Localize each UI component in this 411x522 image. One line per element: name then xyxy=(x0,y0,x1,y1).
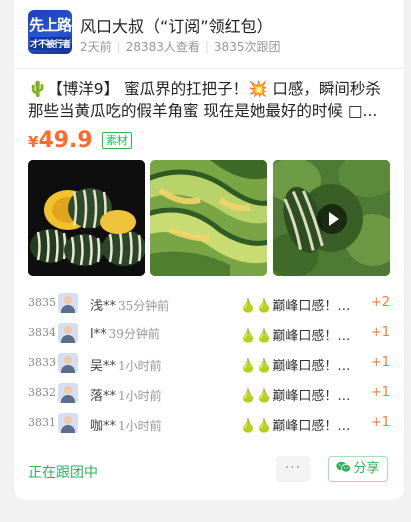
order-row[interactable]: 3835 浅**35分钟前 🍐🍐巅峰口感！博洋9... +2 xyxy=(28,290,390,320)
play-icon[interactable] xyxy=(317,204,347,234)
order-quantity: +1 xyxy=(370,355,390,370)
order-row[interactable]: 3831 咖**1小时前 🍐🍐巅峰口感！博洋9... +1 xyxy=(28,410,390,440)
buyer-name: 咖** xyxy=(90,419,117,434)
meta-divider: | xyxy=(204,40,209,54)
price: ¥49.9 xyxy=(28,128,93,153)
more-button[interactable]: ··· xyxy=(276,456,310,482)
post-meta: 2天前 | 28383人查看 | 3835次跟团 xyxy=(80,38,280,55)
order-time: 35分钟前 xyxy=(118,299,170,313)
melon-field-video[interactable] xyxy=(273,160,390,276)
header-divider xyxy=(14,68,404,69)
user-avatar xyxy=(58,293,78,313)
avatar-text-bottom: 才不被行者 xyxy=(30,37,71,50)
buyer-name: 落** xyxy=(90,389,117,404)
join-count: 3835次跟团 xyxy=(213,40,281,54)
price-row: ¥49.9 素材 xyxy=(28,128,132,158)
material-tag[interactable]: 素材 xyxy=(101,132,132,149)
order-number: 3831 xyxy=(28,416,56,429)
melon-photo[interactable] xyxy=(28,160,145,276)
share-label: 分享 xyxy=(353,461,380,476)
order-quantity: +1 xyxy=(370,415,390,430)
user-avatar xyxy=(58,383,78,403)
share-button[interactable]: 分享 xyxy=(328,456,388,482)
order-number: 3834 xyxy=(28,326,56,339)
order-row[interactable]: 3834 l**39分钟前 🍐🍐巅峰口感！博洋9... +1 xyxy=(28,320,390,350)
image-gallery xyxy=(28,160,390,276)
order-quantity: +1 xyxy=(370,325,390,340)
order-quantity: +2 xyxy=(370,295,390,310)
order-time: 39分钟前 xyxy=(108,327,160,341)
user-avatar xyxy=(58,323,78,343)
order-time: 1小时前 xyxy=(118,359,162,373)
avatar-text-top: 先上路 xyxy=(28,16,72,34)
view-count: 28383人查看 xyxy=(125,40,200,54)
meta-divider: | xyxy=(116,40,121,54)
page-background xyxy=(0,0,14,522)
group-buy-card[interactable]: 先上路 才不被行者 风口大叔（“订阅”领红包） 2天前 | 28383人查看 | 383… xyxy=(14,0,404,500)
posted-time: 2天前 xyxy=(80,40,112,54)
post-title[interactable]: 🌵【博洋9】 蜜瓜界的扛把子！💥 口感，瞬间秒杀那些当黄瓜吃的假羊角蜜 现在是她… xyxy=(28,78,390,122)
order-list: 3835 浅**35分钟前 🍐🍐巅峰口感！博洋9... +2 3834 l**3… xyxy=(28,290,390,440)
price-value: 49.9 xyxy=(38,128,93,153)
order-number: 3835 xyxy=(28,296,56,309)
user-avatar xyxy=(58,353,78,373)
buyer-name: 吴** xyxy=(90,359,117,374)
author-avatar[interactable]: 先上路 才不被行者 xyxy=(28,10,72,54)
order-number: 3833 xyxy=(28,356,56,369)
user-name: 吴** 1小时前 xyxy=(90,355,162,374)
buyer-name: l** xyxy=(90,327,107,342)
product-name: 🍐🍐巅峰口感！博洋9... xyxy=(240,299,362,314)
order-time: 1小时前 xyxy=(118,419,162,433)
product-name: 🍐🍐巅峰口感！博洋9... xyxy=(240,329,362,344)
user-avatar xyxy=(58,413,78,433)
order-quantity: +1 xyxy=(370,385,390,400)
order-number: 3832 xyxy=(28,386,56,399)
order-row[interactable]: 3832 落**1小时前 🍐🍐巅峰口感！博洋9... +1 xyxy=(28,380,390,410)
product-name: 🍐🍐巅峰口感！博洋9... xyxy=(240,359,362,374)
user-name: 咖** 1小时前 xyxy=(90,415,162,434)
wechat-icon xyxy=(336,458,352,473)
currency-symbol: ¥ xyxy=(28,133,39,151)
order-time: 1小时前 xyxy=(118,389,162,403)
product-name: 🍐🍐巅峰口感！博洋9... xyxy=(240,419,362,434)
user-name: l** 39分钟前 xyxy=(90,325,160,342)
user-name: 浅** 35分钟前 xyxy=(90,295,169,314)
buyer-name: 浅** xyxy=(90,299,117,314)
product-name: 🍐🍐巅峰口感！博洋9... xyxy=(240,389,362,404)
melon-slices-photo[interactable] xyxy=(150,160,267,276)
group-status: 正在跟团中 xyxy=(28,465,98,481)
order-row[interactable]: 3833 吴**1小时前 🍐🍐巅峰口感！博洋9... +1 xyxy=(28,350,390,380)
post-header: 先上路 才不被行者 风口大叔（“订阅”领红包） 2天前 | 28383人查看 | 383… xyxy=(28,10,388,60)
author-name[interactable]: 风口大叔（“订阅”领红包） xyxy=(80,13,273,37)
user-name: 落** 1小时前 xyxy=(90,385,162,404)
